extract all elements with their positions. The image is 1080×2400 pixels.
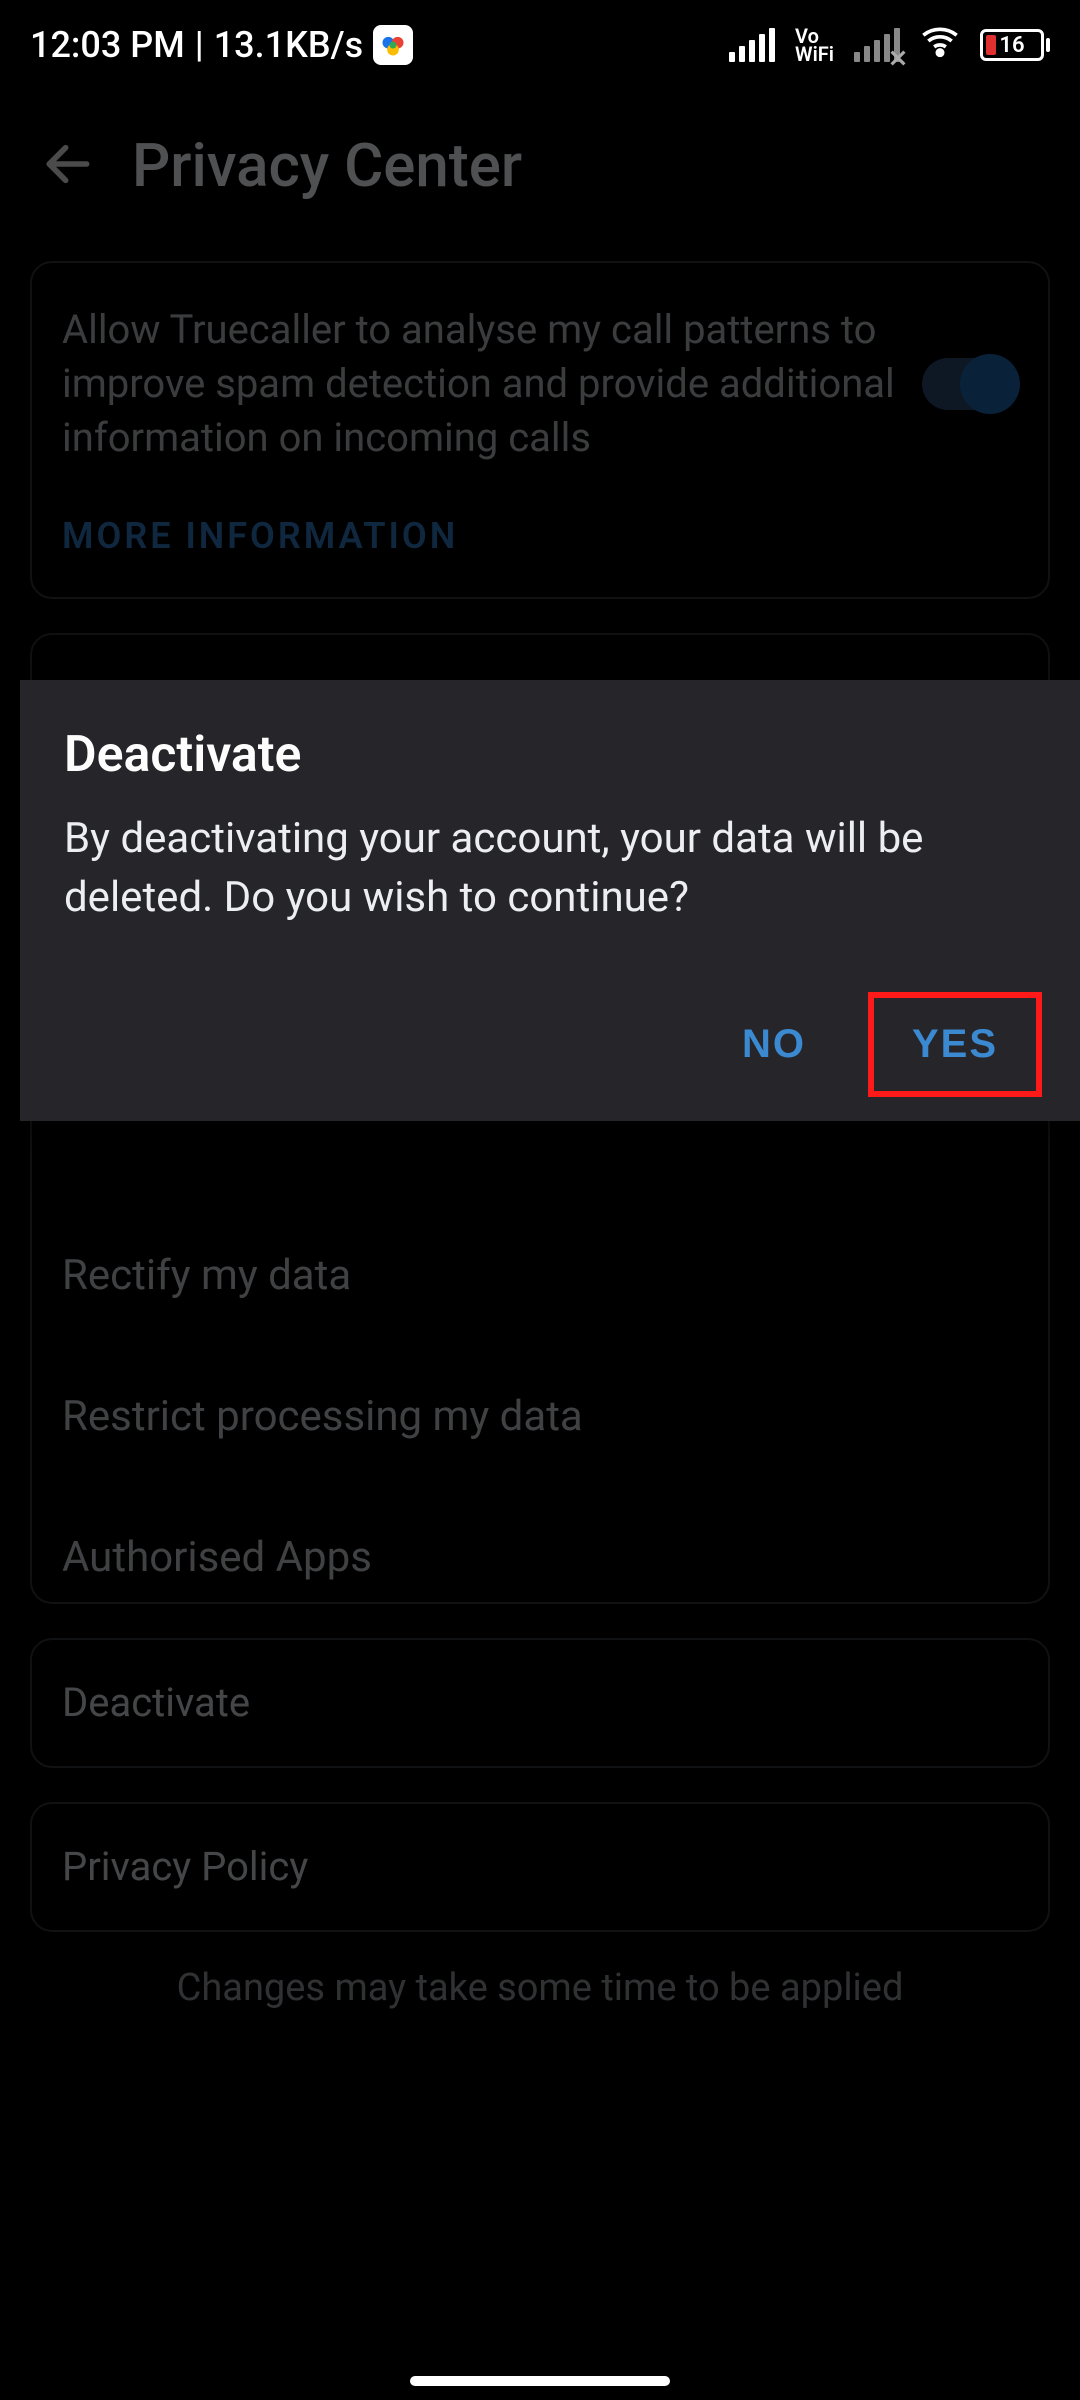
authorised-apps-item[interactable]: Authorised Apps (62, 1487, 1018, 1602)
status-app-icon (373, 25, 413, 65)
deactivate-label: Deactivate (62, 1676, 1018, 1730)
dialog-no-button[interactable]: NO (704, 998, 844, 1091)
card-analyse-calls: Allow Truecaller to analyse my call patt… (30, 261, 1050, 599)
more-information-link[interactable]: MORE INFORMATION (62, 515, 1018, 557)
home-indicator[interactable] (410, 2376, 670, 2386)
deactivate-dialog: Deactivate By deactivating your account,… (20, 680, 1080, 1121)
status-separator: | (195, 24, 204, 66)
restrict-processing-item[interactable]: Restrict processing my data (62, 1346, 1018, 1487)
rectify-data-item[interactable]: Rectify my data (62, 1205, 1018, 1346)
dialog-actions: NO YES (64, 998, 1036, 1091)
signal-sim1-icon (729, 28, 775, 62)
status-net-speed: 13.1KB/s (214, 24, 363, 66)
battery-icon: 16 (980, 29, 1050, 61)
footer-note: Changes may take some time to be applied (0, 1966, 1080, 2010)
card-deactivate[interactable]: Deactivate (30, 1638, 1050, 1768)
back-button[interactable] (40, 136, 96, 196)
dialog-yes-button[interactable]: YES (874, 998, 1036, 1091)
signal-sim2-icon (854, 28, 900, 62)
analyse-toggle[interactable] (922, 358, 1018, 410)
wifi-icon (920, 21, 960, 70)
privacy-policy-label: Privacy Policy (62, 1840, 1018, 1894)
dialog-title: Deactivate (64, 726, 1036, 784)
dialog-body: By deactivating your account, your data … (64, 810, 1036, 928)
vowifi-icon: Vo WiFi (795, 27, 834, 63)
page-title: Privacy Center (132, 130, 522, 201)
status-bar: 12:03 PM | 13.1KB/s Vo WiFi 16 (0, 0, 1080, 90)
status-bar-right: Vo WiFi 16 (729, 21, 1050, 70)
status-bar-left: 12:03 PM | 13.1KB/s (30, 24, 413, 66)
top-bar: Privacy Center (0, 90, 1080, 261)
card-privacy-policy[interactable]: Privacy Policy (30, 1802, 1050, 1932)
analyse-description: Allow Truecaller to analyse my call patt… (62, 303, 902, 465)
status-time: 12:03 PM (30, 24, 185, 66)
privacy-center-screen: Privacy Center Allow Truecaller to analy… (0, 90, 1080, 2400)
battery-level: 16 (999, 33, 1024, 58)
